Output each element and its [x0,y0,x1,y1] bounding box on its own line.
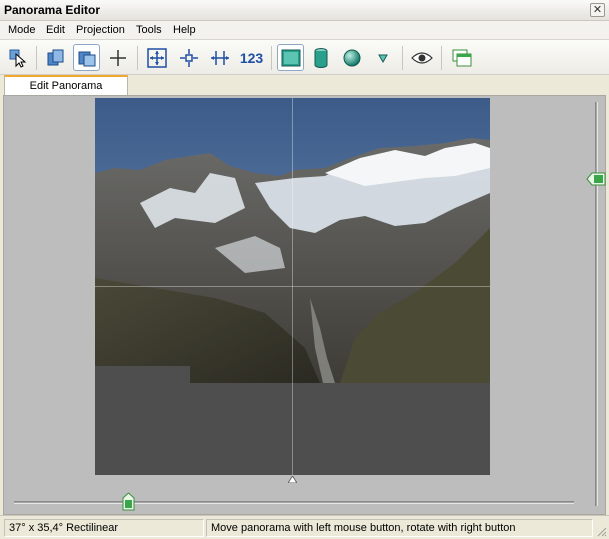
vertical-fov-slider-track[interactable] [595,102,598,506]
drag-images-button[interactable] [73,44,100,71]
drag-images-icon [78,51,95,66]
menu-tools[interactable]: Tools [134,24,164,36]
new-window-button[interactable] [448,44,475,71]
tab-strip: Edit Panorama [0,75,609,95]
rectilinear-icon [281,49,300,66]
horizontal-guide-line [95,286,490,287]
images-icon [47,49,63,65]
center-marker-icon[interactable] [288,476,297,483]
tab-edit-panorama[interactable]: Edit Panorama [4,75,128,95]
status-fov: 37° x 35,4° Rectilinear [4,519,204,537]
vertical-fov-slider-thumb[interactable] [586,172,606,186]
preview-button[interactable] [408,44,435,71]
new-window-icon [452,49,471,66]
panorama-canvas[interactable] [3,95,606,515]
crosshair-button[interactable] [104,44,131,71]
menu-projection[interactable]: Projection [74,24,127,36]
fov-readout: 37° x 35,4° Rectilinear [9,522,119,534]
fit-button[interactable] [143,44,170,71]
menu-mode[interactable]: Mode [6,24,38,36]
numbers-icon: 123 [239,49,264,66]
status-bar: 37° x 35,4° Rectilinear Move panorama wi… [0,515,609,539]
horizontal-fov-slider-thumb[interactable] [122,492,135,511]
preview-eye-icon [410,51,433,64]
sphere-icon [343,49,360,66]
center-button[interactable] [175,44,202,71]
hint-text: Move panorama with left mouse button, ro… [211,522,516,534]
toolbar-separator [137,46,138,70]
rectilinear-button[interactable] [277,44,304,71]
toolbar-separator [271,46,272,70]
select-button[interactable] [4,44,31,71]
cylinder-icon [314,47,327,68]
sphere-button[interactable] [338,44,365,71]
crosshair-icon [109,49,126,66]
tab-label: Edit Panorama [29,80,103,92]
close-button[interactable]: ✕ [590,3,605,17]
fit-icon [146,47,167,68]
menu-bar: Mode Edit Projection Tools Help [0,21,609,40]
straighten-button[interactable] [206,44,233,71]
title-bar: Panorama Editor ✕ [0,0,609,21]
resize-grip-icon[interactable] [595,525,607,537]
center-icon [179,48,198,67]
toolbar: 123 [0,40,609,75]
numbers-button[interactable]: 123 [236,44,267,71]
menu-help[interactable]: Help [171,24,198,36]
cylinder-button[interactable] [307,44,334,71]
more-projections-button[interactable] [369,44,396,71]
status-hint: Move panorama with left mouse button, ro… [206,519,593,537]
images-button[interactable] [42,44,69,71]
close-icon: ✕ [592,4,603,16]
horizontal-fov-slider-track[interactable] [14,501,574,504]
toolbar-separator [441,46,442,70]
select-arrow-icon [9,49,26,68]
straighten-icon [210,50,229,65]
menu-edit[interactable]: Edit [44,24,67,36]
window-title: Panorama Editor [4,3,101,17]
toolbar-separator [36,46,37,70]
more-projections-icon [377,54,388,63]
toolbar-separator [402,46,403,70]
